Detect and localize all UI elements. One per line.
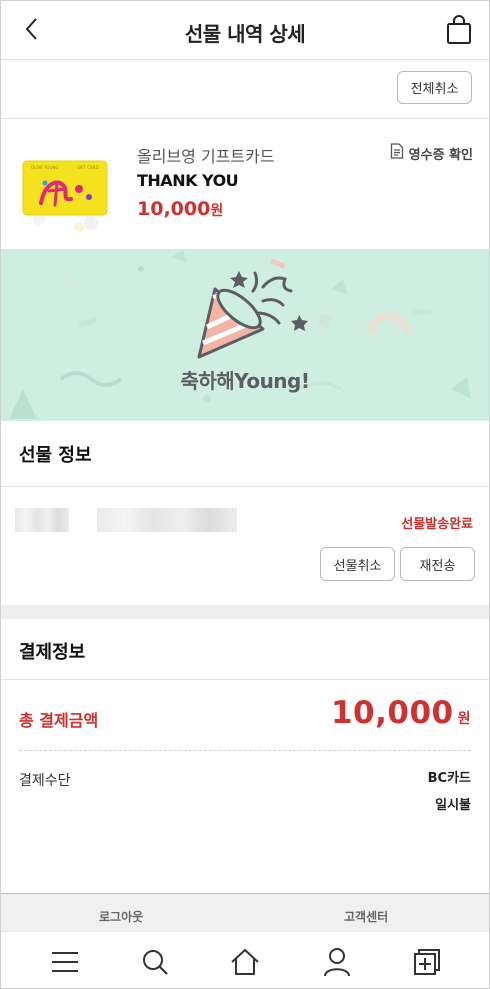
payment-info-divider xyxy=(1,679,489,680)
banner-text: 축하해Young! xyxy=(180,369,310,393)
section-gap xyxy=(1,605,489,619)
search-icon[interactable] xyxy=(135,942,175,982)
receipt-icon xyxy=(390,143,404,163)
confetti-decoration xyxy=(9,249,471,419)
product-summary: OLIVE YOUNG GIFT CARD 올리브영 기프트카드 THANK Y… xyxy=(1,119,489,249)
payment-installment: 일시불 xyxy=(435,798,471,813)
gift-info-divider xyxy=(1,486,489,487)
total-amount-value: 10,000 xyxy=(330,695,454,731)
payment-card: BC카드 xyxy=(427,771,471,786)
gift-card-image: OLIVE YOUNG GIFT CARD xyxy=(19,139,117,237)
customer-center-link[interactable]: 고객센터 xyxy=(344,908,388,925)
user-icon[interactable] xyxy=(317,942,357,982)
product-price-value: 10,000 xyxy=(137,198,211,220)
recipient-phone-redacted xyxy=(97,508,237,532)
app-frame: 선물 내역 상세 전체취소 OLIVE YOUNG GIFT CARD 올리브영… xyxy=(0,0,490,989)
menu-icon[interactable] xyxy=(45,942,85,982)
recent-items-icon[interactable] xyxy=(407,942,447,982)
product-message: THANK YOU xyxy=(137,171,239,190)
receipt-link[interactable]: 영수증 확인 xyxy=(390,143,473,163)
payment-info-title: 결제정보 xyxy=(19,642,86,663)
total-amount: 10,000 원 xyxy=(331,695,471,731)
bottom-tab-bar xyxy=(1,931,489,988)
svg-text:OLIVE YOUNG: OLIVE YOUNG xyxy=(31,165,58,170)
top-header: 선물 내역 상세 xyxy=(1,1,489,60)
gift-status-badge: 선물발송완료 xyxy=(401,517,473,532)
resend-button[interactable]: 재전송 xyxy=(400,547,475,581)
gift-cancel-button[interactable]: 선물취소 xyxy=(320,547,395,581)
shopping-bag-icon[interactable] xyxy=(441,11,477,49)
footer-links-bar: 로그아웃 고객센터 xyxy=(1,893,489,935)
party-popper-icon xyxy=(197,271,308,359)
product-name: 올리브영 기프트카드 xyxy=(137,147,275,166)
celebration-banner: 축하해Young! xyxy=(1,249,489,421)
total-amount-label: 총 결제금액 xyxy=(19,711,99,730)
product-price: 10,000원 xyxy=(137,198,223,220)
dashed-divider xyxy=(19,750,471,751)
product-price-unit: 원 xyxy=(210,203,224,219)
cancel-all-row: 전체취소 xyxy=(1,60,489,119)
total-amount-unit: 원 xyxy=(457,711,471,727)
receipt-label: 영수증 확인 xyxy=(408,147,473,163)
recipient-name-redacted xyxy=(15,508,69,532)
home-icon[interactable] xyxy=(225,942,265,982)
payment-method-label: 결제수단 xyxy=(19,773,71,789)
svg-text:GIFT CARD: GIFT CARD xyxy=(77,165,99,170)
cancel-all-button[interactable]: 전체취소 xyxy=(397,71,472,104)
logout-link[interactable]: 로그아웃 xyxy=(99,908,143,925)
gift-info-title: 선물 정보 xyxy=(19,445,92,466)
page-title: 선물 내역 상세 xyxy=(184,22,306,46)
